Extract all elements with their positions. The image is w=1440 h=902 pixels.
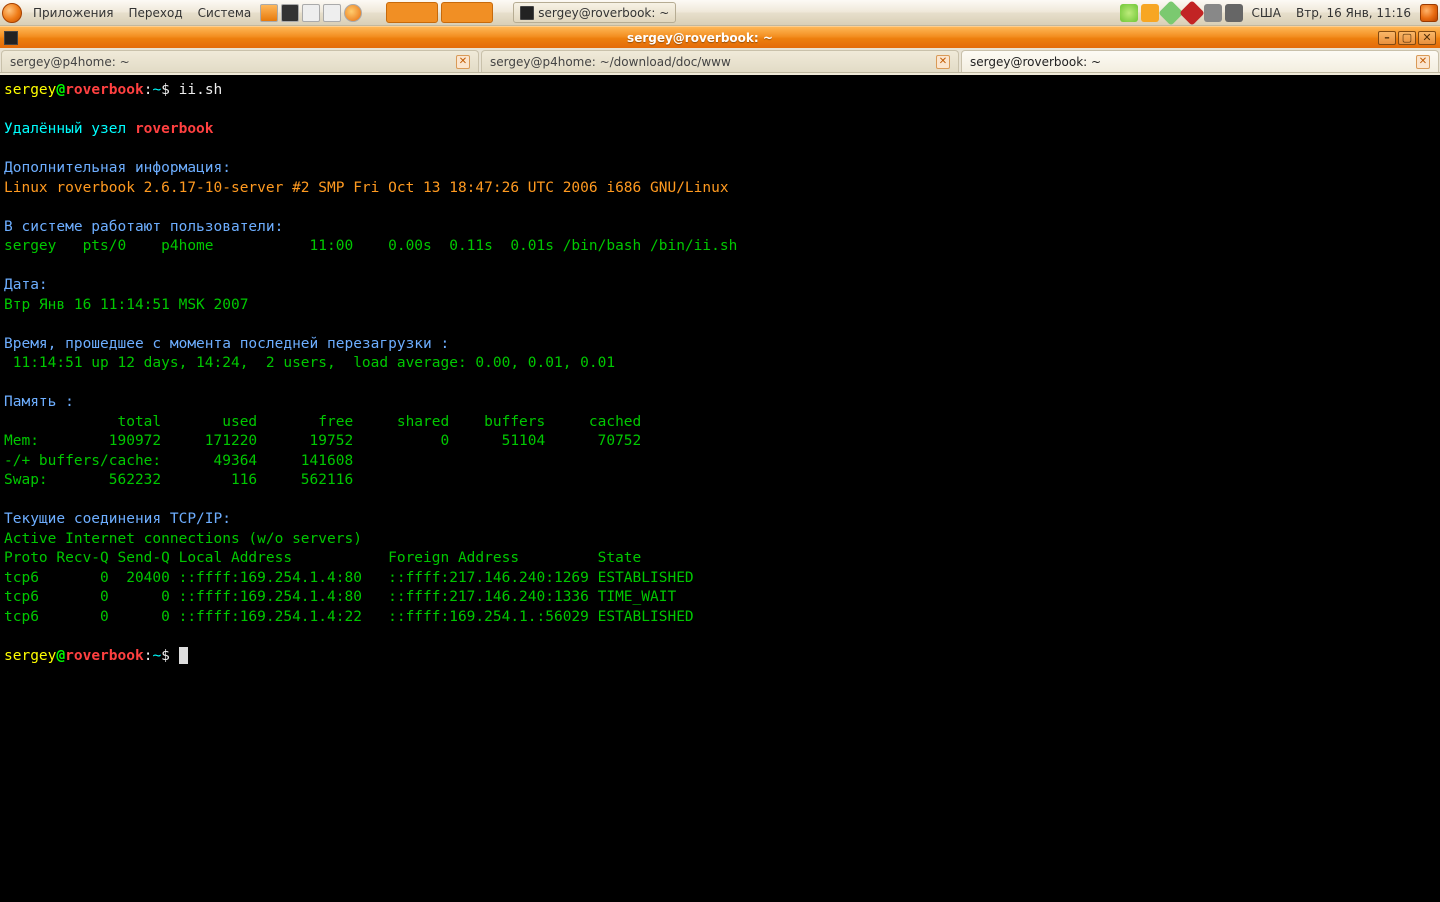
- tab-close-icon[interactable]: ✕: [1416, 55, 1430, 69]
- uname-line: Linux roverbook 2.6.17-10-server #2 SMP …: [4, 180, 729, 196]
- section-heading: Текущие соединения TCP/IP:: [4, 511, 231, 527]
- prompt-path: ~: [152, 82, 161, 98]
- net-header: Proto Recv-Q Send-Q Local Address Foreig…: [4, 550, 694, 566]
- launcher-icon[interactable]: [260, 4, 278, 22]
- net-header: Active Internet connections (w/o servers…: [4, 531, 362, 547]
- date-line: Втр Янв 16 11:14:51 MSK 2007: [4, 297, 248, 313]
- taskbar-terminal-button[interactable]: sergey@roverbook: ~: [513, 2, 676, 23]
- window-close-button[interactable]: ✕: [1418, 31, 1436, 45]
- terminal-output[interactable]: sergey@roverbook:~$ ii.sh Удалённый узел…: [0, 75, 1440, 902]
- section-heading: Время, прошедшее с момента последней пер…: [4, 336, 449, 352]
- volume-icon[interactable]: [1204, 4, 1222, 22]
- prompt-end: $: [161, 82, 178, 98]
- window-minimize-button[interactable]: –: [1378, 31, 1396, 45]
- remote-host: roverbook: [135, 121, 214, 137]
- tab-label: sergey@roverbook: ~: [970, 55, 1410, 69]
- prompt-user: sergey: [4, 648, 56, 664]
- terminal-tab-active[interactable]: sergey@roverbook: ~ ✕: [961, 50, 1439, 72]
- section-heading: Дата:: [4, 277, 48, 293]
- section-heading: В системе работают пользователи:: [4, 219, 283, 235]
- command-text: ii.sh: [179, 82, 223, 98]
- section-heading: Память :: [4, 394, 74, 410]
- launcher-icon[interactable]: [302, 4, 320, 22]
- net-row: tcp6 0 0 ::ffff:169.254.1.4:22 ::ffff:16…: [4, 609, 694, 625]
- net-row: tcp6 0 20400 ::ffff:169.254.1.4:80 ::fff…: [4, 570, 694, 586]
- tray-app-icon[interactable]: [1179, 0, 1204, 25]
- net-row: tcp6 0 0 ::ffff:169.254.1.4:80 ::ffff:21…: [4, 589, 694, 605]
- menu-system[interactable]: Система: [192, 4, 258, 22]
- terminal-tab[interactable]: sergey@p4home: ~/download/doc/www ✕: [481, 50, 959, 72]
- firefox-icon[interactable]: [344, 4, 362, 22]
- prompt-host: roverbook: [65, 648, 144, 664]
- cursor: [179, 647, 188, 664]
- terminal-tabstrip: sergey@p4home: ~ ✕ sergey@p4home: ~/down…: [0, 48, 1440, 73]
- remote-label: Удалённый узел: [4, 121, 135, 137]
- launcher-icon[interactable]: [281, 4, 299, 22]
- mem-row: Mem: 190972 171220 19752 0 51104 70752: [4, 433, 641, 449]
- quit-icon[interactable]: [1420, 4, 1438, 22]
- window-title: sergey@roverbook: ~: [24, 31, 1376, 45]
- prompt-host: roverbook: [65, 82, 144, 98]
- prompt-user: sergey: [4, 82, 56, 98]
- panel-box[interactable]: [386, 2, 438, 23]
- gnome-top-panel: Приложения Переход Система sergey@roverb…: [0, 0, 1440, 26]
- taskbar-label: sergey@roverbook: ~: [538, 6, 669, 20]
- section-heading: Дополнительная информация:: [4, 160, 231, 176]
- mem-row: Swap: 562232 116 562116: [4, 472, 353, 488]
- users-line: sergey pts/0 p4home 11:00 0.00s 0.11s 0.…: [4, 238, 737, 254]
- tab-close-icon[interactable]: ✕: [936, 55, 950, 69]
- mem-header: total used free shared buffers cached: [4, 414, 641, 430]
- uptime-line: 11:14:51 up 12 days, 14:24, 2 users, loa…: [4, 355, 615, 371]
- tab-label: sergey@p4home: ~/download/doc/www: [490, 55, 930, 69]
- prompt-at: @: [56, 82, 65, 98]
- tab-label: sergey@p4home: ~: [10, 55, 450, 69]
- menu-applications[interactable]: Приложения: [27, 4, 120, 22]
- prompt-at: @: [56, 648, 65, 664]
- ubuntu-logo-icon[interactable]: [2, 3, 22, 23]
- prompt-end: $: [161, 648, 178, 664]
- terminal-icon: [4, 31, 18, 45]
- panel-box[interactable]: [441, 2, 493, 23]
- prompt-path: ~: [152, 648, 161, 664]
- menu-places[interactable]: Переход: [123, 4, 189, 22]
- tab-close-icon[interactable]: ✕: [456, 55, 470, 69]
- terminal-tab[interactable]: sergey@p4home: ~ ✕: [1, 50, 479, 72]
- mem-row: -/+ buffers/cache: 49364 141608: [4, 453, 353, 469]
- tray-user-icon[interactable]: [1141, 4, 1159, 22]
- tray-skype-icon[interactable]: [1120, 4, 1138, 22]
- clock[interactable]: Втр, 16 Янв, 11:16: [1290, 6, 1417, 20]
- window-maximize-button[interactable]: ▢: [1398, 31, 1416, 45]
- network-icon[interactable]: [1225, 4, 1243, 22]
- keyboard-layout-indicator[interactable]: США: [1246, 6, 1287, 20]
- terminal-icon: [520, 6, 534, 20]
- window-titlebar[interactable]: sergey@roverbook: ~ – ▢ ✕: [0, 26, 1440, 48]
- launcher-icon[interactable]: [323, 4, 341, 22]
